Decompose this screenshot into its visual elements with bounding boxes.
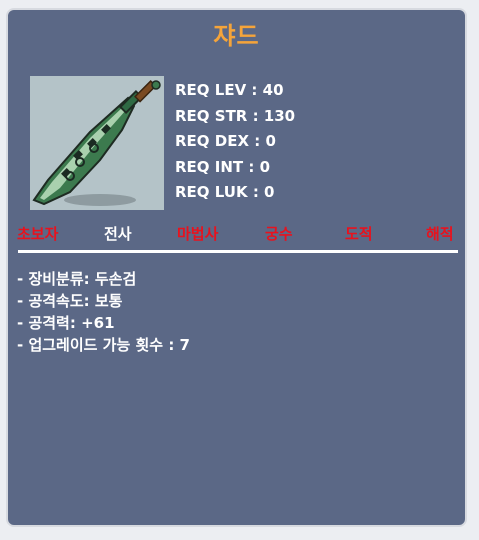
divider [18, 250, 458, 253]
req-level: REQ LEV : 40 [175, 81, 284, 99]
requirements-list: REQ LEV : 40 REQ STR : 130 REQ DEX : 0 R… [175, 78, 295, 206]
item-stats-list: - 장비분류: 두손검 - 공격속도: 보통 - 공격력: +61 - 업그레이… [17, 268, 190, 356]
job-pirate: 해적 [426, 225, 454, 243]
item-tooltip-card: 쟈드 REQ LEV: 40 REQ STR: 130 REQ DEX: … [6, 8, 467, 527]
job-class-row: 초보자 전사 마법사 궁수 도적 해적 [8, 220, 469, 246]
req-luk: REQ LUK : 0 [175, 183, 275, 201]
job-magician: 마법사 [177, 225, 219, 243]
stat-attack-speed: - 공격속도: 보통 [17, 292, 123, 310]
job-beginner: 초보자 [17, 225, 59, 243]
req-dex: REQ DEX : 0 [175, 132, 276, 150]
stat-attack-power: - 공격력: +61 [17, 314, 115, 332]
job-bowman: 궁수 [265, 225, 293, 243]
job-thief: 도적 [345, 225, 373, 243]
stat-equipment-type: - 장비분류: 두손검 [17, 270, 137, 288]
two-handed-sword-icon [30, 76, 164, 210]
req-int: REQ INT : 0 [175, 157, 271, 176]
req-str: REQ STR : 130 [175, 106, 296, 125]
stat-upgrade-slots: - 업그레이드 가능 횟수 : 7 [17, 336, 190, 354]
item-name: 쟈드 [213, 22, 260, 50]
job-warrior: 전사 [104, 225, 132, 243]
